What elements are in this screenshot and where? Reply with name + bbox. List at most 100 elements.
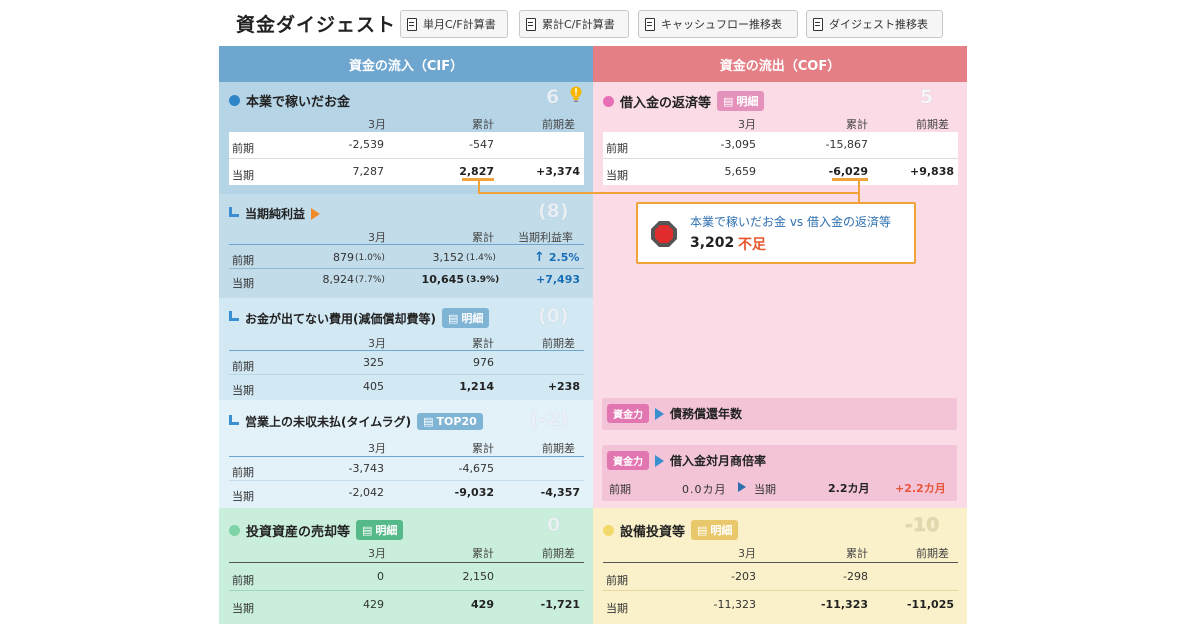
netincome-cur-month-pct: (7.7%) — [355, 275, 385, 285]
col-header-diff: 前期差 — [916, 118, 949, 131]
assetsale-detail-button[interactable]: ▤ 明細 — [356, 520, 404, 540]
col-header-diff: 前期差 — [542, 118, 575, 131]
row-label: 当期 — [606, 602, 628, 615]
assetsale-title: 投資資産の売却等 ▤ 明細 — [229, 520, 404, 540]
debtyears-badge: 資金力 — [607, 404, 649, 423]
cumulative-cf-button[interactable]: 累計C/F計算書 — [519, 10, 629, 38]
noncash-title: お金が出てない費用(減価償却費等) ▤ 明細 — [229, 308, 490, 328]
loanratio-cur-label: 当期 — [754, 483, 776, 496]
cashflow-trend-button[interactable]: キャッシュフロー推移表 — [638, 10, 798, 38]
row-label: 当期 — [232, 490, 254, 503]
lightbulb-icon[interactable] — [570, 85, 582, 105]
monthly-cf-label: 単月C/F計算書 — [423, 18, 496, 31]
noncash-detail-button[interactable]: ▤ 明細 — [441, 308, 490, 328]
play-arrow-icon[interactable] — [311, 207, 321, 220]
honkyo-cur-month: 7,287 — [352, 165, 385, 178]
capex-detail-button[interactable]: ▤ 明細 — [691, 520, 739, 540]
monthly-cf-button[interactable]: 単月C/F計算書 — [400, 10, 508, 38]
netincome-cur-diff: +7,493 — [535, 273, 580, 286]
honkyo-title: 本業で稼いだお金 — [229, 91, 350, 110]
noncash-cur-diff: +238 — [547, 380, 580, 393]
col-header-month: 3月 — [368, 231, 386, 244]
timelag-cur-month: -2,042 — [348, 486, 384, 499]
timelag-prev-month: -3,743 — [348, 462, 384, 475]
loanratio-title: 資金力 借入金対月商倍率 — [607, 451, 766, 470]
capex-prev-cum: -298 — [843, 570, 868, 583]
assetsale-cur-cum: 429 — [471, 598, 494, 611]
row-label: 当期 — [232, 169, 254, 182]
stop-sign-icon — [650, 220, 678, 248]
loanratio-title-text: 借入金対月商倍率 — [670, 454, 767, 468]
loan-prev-month: -3,095 — [720, 138, 756, 151]
loan-cur-month: 5,659 — [724, 165, 757, 178]
col-header-cumulative: 累計 — [472, 231, 494, 244]
loan-detail-button[interactable]: ▤ 明細 — [717, 91, 765, 111]
cof-header: 資金の流出（COF） — [593, 46, 967, 82]
col-header-margin: 当期利益率 — [518, 231, 573, 244]
assetsale-title-text: 投資資産の売却等 — [246, 524, 351, 540]
col-header-month: 3月 — [368, 337, 386, 350]
loanratio-badge: 資金力 — [607, 451, 649, 470]
col-header-diff: 前期差 — [542, 442, 575, 455]
netincome-prev-month-pct: (1.0%) — [355, 253, 385, 263]
capex-prev-month: -203 — [731, 570, 756, 583]
capex-detail-label: 明細 — [710, 524, 733, 537]
document-icon — [526, 17, 536, 31]
timelag-top20-button[interactable]: ▤ TOP20 — [417, 413, 483, 430]
play-arrow-icon[interactable] — [655, 407, 664, 420]
assetsale-prev-month: 0 — [377, 570, 384, 583]
noncash-prev-month: 325 — [363, 356, 384, 369]
loanratio-prev-value: 0.0カ月 — [682, 483, 727, 496]
col-header-month: 3月 — [738, 547, 756, 560]
netincome-cur-month: 8,924 — [322, 273, 355, 286]
popup-value: 3,202 — [690, 235, 735, 251]
noncash-prev-cum: 976 — [473, 356, 494, 369]
honkyo-cur-cum: 2,827 — [459, 165, 494, 178]
netincome-margin: 2.5% — [548, 251, 580, 264]
digest-trend-button[interactable]: ダイジェスト推移表 — [806, 10, 943, 38]
page-title: 資金ダイジェスト — [236, 14, 397, 36]
row-label: 当期 — [232, 602, 254, 615]
popup-title: 本業で稼いだお金 vs 借入金の返済等 — [690, 215, 891, 229]
timelag-detail-label: TOP20 — [436, 415, 477, 428]
timelag-score: (-2) — [530, 408, 569, 430]
corner-icon — [229, 311, 239, 321]
arrow-up-icon: ↑ — [534, 250, 545, 265]
col-header-cumulative: 累計 — [846, 547, 868, 560]
col-header-month: 3月 — [368, 118, 386, 131]
netincome-prev-month: 879 — [333, 251, 354, 264]
detail-doc-icon: ▤ — [697, 523, 708, 537]
popup-status: 不足 — [738, 237, 766, 253]
capex-cur-cum: -11,323 — [820, 598, 868, 611]
col-header-diff: 前期差 — [542, 337, 575, 350]
detail-doc-icon: ▤ — [723, 94, 734, 108]
netincome-title: 当期純利益 — [229, 205, 321, 222]
netincome-prev-cum: 3,152 — [432, 251, 465, 264]
loan-cur-cum: -6,029 — [828, 165, 868, 178]
cashflow-trend-label: キャッシュフロー推移表 — [661, 18, 782, 31]
highlight-underline — [832, 178, 868, 181]
assetsale-prev-cum: 2,150 — [462, 570, 495, 583]
loan-title: 借入金の返済等 ▤ 明細 — [603, 91, 765, 111]
timelag-cur-diff: -4,357 — [540, 486, 580, 499]
netincome-cur-cum: 10,645 — [421, 273, 464, 286]
loanratio-cur-value: 2.2カ月 — [828, 482, 870, 495]
capex-title-text: 設備投資等 — [620, 524, 686, 540]
row-label: 前期 — [232, 142, 254, 155]
loan-title-text: 借入金の返済等 — [620, 95, 712, 111]
pink-dot-icon — [603, 95, 614, 107]
cif-label: 資金の流入（CIF） — [348, 58, 464, 74]
netincome-score: (8) — [538, 200, 569, 222]
row-label: 当期 — [232, 277, 254, 290]
detail-doc-icon: ▤ — [447, 311, 459, 325]
netincome-title-text: 当期純利益 — [245, 207, 306, 221]
margin-up-indicator: ↑ 2.5% — [534, 250, 579, 265]
cumulative-cf-label: 累計C/F計算書 — [542, 18, 615, 31]
row-label: 前期 — [606, 142, 628, 155]
noncash-cur-month: 405 — [363, 380, 384, 393]
yellow-dot-icon — [603, 524, 614, 536]
timelag-cur-cum: -9,032 — [454, 486, 494, 499]
document-icon — [645, 17, 655, 31]
debtyears-title-text: 債務償還年数 — [670, 407, 743, 421]
play-arrow-icon[interactable] — [655, 454, 664, 467]
